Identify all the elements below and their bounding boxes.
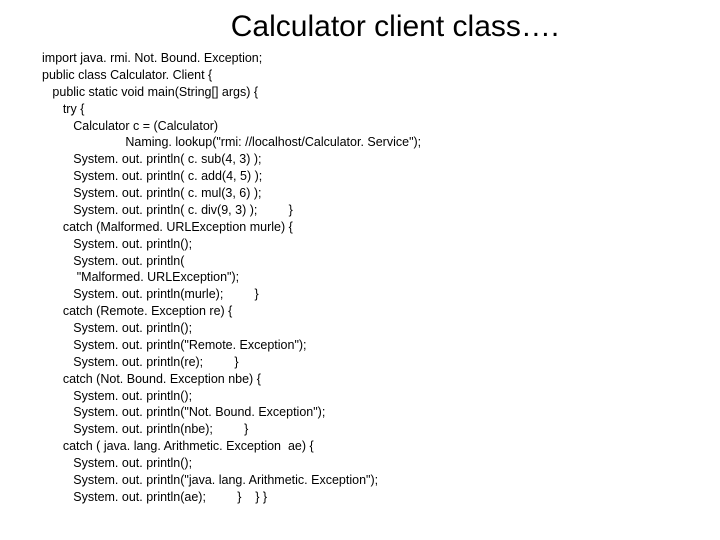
code-block: import java. rmi. Not. Bound. Exception;… [0, 50, 720, 506]
page-title: Calculator client class…. [0, 0, 720, 50]
slide: Calculator client class…. import java. r… [0, 0, 720, 540]
